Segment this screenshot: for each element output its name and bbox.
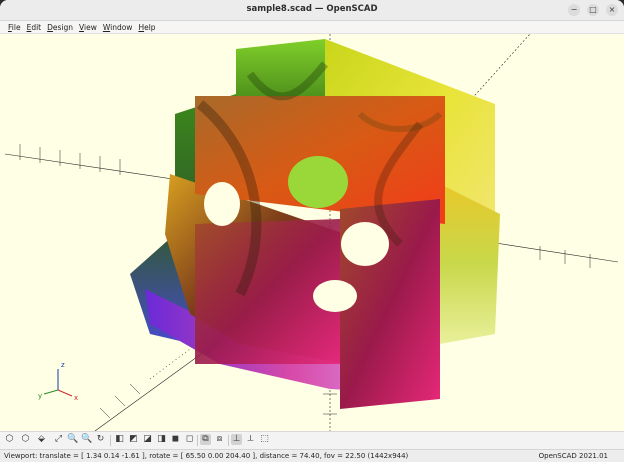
zoom-in-icon[interactable]: 🔍 [67, 434, 78, 445]
menu-view[interactable]: View [79, 21, 97, 33]
toolbar-separator [197, 435, 198, 446]
orthogonal-icon[interactable]: ⧈ [214, 434, 225, 445]
show-scale-markers-icon[interactable]: ⟂ [245, 434, 256, 445]
version-label: OpenSCAD 2021.01 [538, 452, 608, 460]
menu-help[interactable]: Help [138, 21, 155, 33]
render-icon[interactable]: ⬡ [20, 434, 31, 445]
viewport-toolbar: ⬡ ⬡ ⬙ ⤢ 🔍 🔍 ↻ ◧ ◩ ◪ ◨ ◼ ◻ ⧉ ⧈ ⊥ ⟂ ⬚ [0, 431, 624, 449]
view-right-icon[interactable]: ◧ [114, 434, 125, 445]
toolbar-separator [228, 435, 229, 446]
hole-right [341, 222, 389, 266]
menu-file[interactable]: File [8, 21, 21, 33]
show-axes-icon[interactable]: ⊥ [231, 434, 242, 445]
view-back-icon[interactable]: ◻ [184, 434, 195, 445]
view-all-icon[interactable]: ⤢ [53, 434, 64, 445]
view-bottom-icon[interactable]: ◪ [142, 434, 153, 445]
maximize-button[interactable]: □ [587, 4, 599, 16]
viewport-canvas: z x y [4, 34, 619, 431]
hole-left [204, 182, 240, 226]
hole-bottom [313, 280, 357, 312]
perspective-icon[interactable]: ⧉ [200, 434, 211, 445]
hole-top [288, 156, 348, 208]
axis-x-label: x [74, 394, 78, 402]
window-controls: − □ × [568, 4, 618, 16]
menu-edit[interactable]: Edit [27, 21, 42, 33]
minimize-button[interactable]: − [568, 4, 580, 16]
menu-design[interactable]: Design [47, 21, 73, 33]
toolbar-separator [110, 435, 111, 446]
viewport-status-text: Viewport: translate = [ 1.34 0.14 -1.61 … [4, 452, 409, 460]
status-bar: Viewport: translate = [ 1.34 0.14 -1.61 … [0, 449, 624, 462]
view-left-icon[interactable]: ◨ [156, 434, 167, 445]
view-top-icon[interactable]: ◩ [128, 434, 139, 445]
show-edges-icon[interactable]: ⬚ [259, 434, 270, 445]
zoom-out-icon[interactable]: 🔍 [81, 434, 92, 445]
reset-view-icon[interactable]: ↻ [95, 434, 106, 445]
menu-bar: File Edit Design View Window Help [0, 21, 624, 34]
view-front-icon[interactable]: ◼ [170, 434, 181, 445]
close-button[interactable]: × [606, 4, 618, 16]
title-bar: sample8.scad — OpenSCAD − □ × [0, 0, 624, 21]
axis-z-label: z [61, 361, 65, 369]
axis-y-label: y [38, 392, 42, 400]
3d-viewport[interactable]: z x y [0, 34, 624, 431]
menu-window[interactable]: Window [103, 21, 133, 33]
openscad-window: sample8.scad — OpenSCAD − □ × File Edit … [0, 0, 624, 462]
render-preview-icon[interactable]: ⬡ [4, 434, 15, 445]
export-stl-icon[interactable]: ⬙ [36, 434, 47, 445]
window-title: sample8.scad — OpenSCAD [246, 4, 378, 14]
axis-indicator [43, 369, 73, 397]
